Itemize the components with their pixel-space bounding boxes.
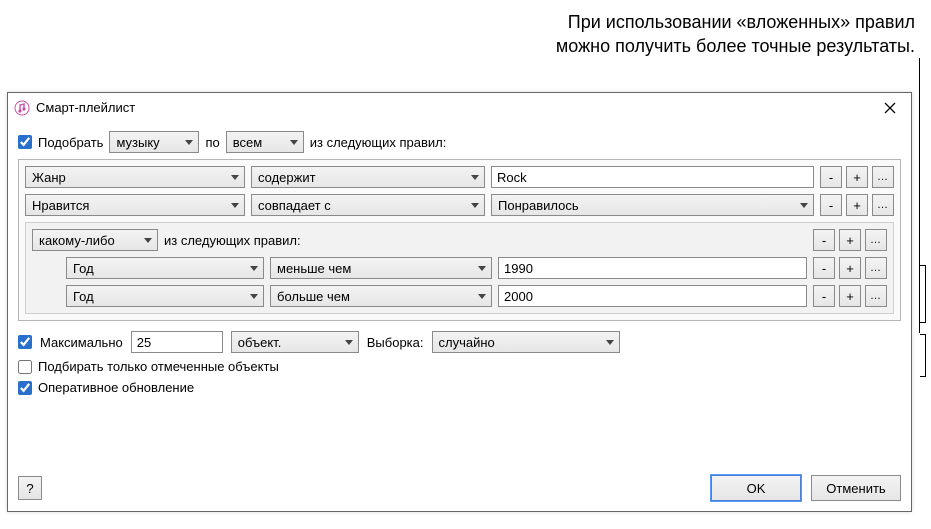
- ok-button[interactable]: OK: [711, 475, 801, 501]
- smart-playlist-dialog: Смарт-плейлист Подобрать музыку по всем …: [7, 92, 912, 512]
- match-label: Подобрать: [38, 135, 103, 150]
- match-by-label: по: [205, 135, 219, 150]
- rule-more-button[interactable]: …: [865, 285, 887, 307]
- rule-more-button[interactable]: …: [872, 194, 894, 216]
- add-rule-button[interactable]: +: [839, 257, 861, 279]
- rule-field-select[interactable]: Жанр: [25, 166, 245, 188]
- limit-unit-select[interactable]: объект.: [231, 331, 359, 353]
- rule-operator-select[interactable]: меньше чем: [270, 257, 492, 279]
- nested-scope-select[interactable]: какому-либо: [32, 229, 158, 251]
- close-icon: [884, 102, 896, 114]
- titlebar: Смарт-плейлист: [8, 93, 911, 123]
- rules-container: Жанр содержит - + … Нравится совпадает с…: [18, 159, 901, 321]
- match-scope-select[interactable]: всем: [226, 131, 304, 153]
- dialog-footer: ? OK Отменить: [18, 475, 901, 501]
- add-rule-button[interactable]: +: [846, 194, 868, 216]
- match-checkbox[interactable]: [18, 135, 32, 149]
- only-checked-checkbox[interactable]: [18, 360, 32, 374]
- rule-field-select[interactable]: Год: [66, 257, 264, 279]
- rule-value-input[interactable]: [498, 285, 807, 307]
- rule-row: Жанр содержит - + …: [25, 166, 894, 188]
- rule-value-select[interactable]: Понравилось: [491, 194, 814, 216]
- only-checked-label: Подбирать только отмеченные объекты: [38, 359, 279, 374]
- live-update-label: Оперативное обновление: [38, 380, 194, 395]
- add-rule-button[interactable]: +: [839, 229, 861, 251]
- nested-suffix: из следующих правил:: [164, 233, 301, 248]
- cancel-button[interactable]: Отменить: [811, 475, 901, 501]
- live-update-row: Оперативное обновление: [18, 380, 901, 395]
- remove-rule-button[interactable]: -: [820, 166, 842, 188]
- limit-row: Максимально объект. Выборка: случайно: [18, 331, 901, 353]
- live-update-checkbox[interactable]: [18, 381, 32, 395]
- limit-selection-select[interactable]: случайно: [432, 331, 620, 353]
- limit-label: Максимально: [40, 335, 123, 350]
- rule-value-input[interactable]: [498, 257, 807, 279]
- limit-selection-label: Выборка:: [367, 335, 424, 350]
- rule-field-select[interactable]: Нравится: [25, 194, 245, 216]
- media-type-select[interactable]: музыку: [109, 131, 199, 153]
- remove-rule-button[interactable]: -: [813, 229, 835, 251]
- limit-count-input[interactable]: [131, 331, 223, 353]
- rule-operator-select[interactable]: больше чем: [270, 285, 492, 307]
- dialog-title: Смарт-плейлист: [36, 100, 135, 115]
- callout-annotation: При использовании «вложенных» правил мож…: [0, 10, 931, 59]
- only-checked-row: Подбирать только отмеченные объекты: [18, 359, 901, 374]
- annotation-bracket-bottom: [920, 334, 926, 377]
- rule-operator-select[interactable]: содержит: [251, 166, 485, 188]
- rule-row: Год меньше чем - + …: [32, 257, 887, 279]
- rule-value-input[interactable]: [491, 166, 814, 188]
- annotation-bracket-top: [920, 265, 926, 323]
- match-row: Подобрать музыку по всем из следующих пр…: [18, 131, 901, 153]
- add-rule-button[interactable]: +: [839, 285, 861, 307]
- rule-row: Год больше чем - + …: [32, 285, 887, 307]
- remove-rule-button[interactable]: -: [813, 257, 835, 279]
- add-rule-button[interactable]: +: [846, 166, 868, 188]
- help-button[interactable]: ?: [18, 476, 42, 500]
- rule-more-button[interactable]: …: [865, 257, 887, 279]
- close-button[interactable]: [875, 93, 905, 123]
- remove-rule-button[interactable]: -: [820, 194, 842, 216]
- nested-rule-group: какому-либо из следующих правил: - + … Г…: [25, 222, 894, 314]
- nested-header-row: какому-либо из следующих правил: - + …: [32, 229, 887, 251]
- rule-more-button[interactable]: …: [865, 229, 887, 251]
- app-icon: [14, 100, 30, 116]
- annotation-line-2: можно получить более точные результаты.: [0, 34, 915, 58]
- rule-field-select[interactable]: Год: [66, 285, 264, 307]
- limit-checkbox[interactable]: [18, 335, 32, 349]
- match-suffix: из следующих правил:: [310, 135, 447, 150]
- remove-rule-button[interactable]: -: [813, 285, 835, 307]
- rule-operator-select[interactable]: совпадает с: [251, 194, 485, 216]
- rule-more-button[interactable]: …: [872, 166, 894, 188]
- rule-row: Нравится совпадает с Понравилось - + …: [25, 194, 894, 216]
- annotation-line-1: При использовании «вложенных» правил: [0, 10, 915, 34]
